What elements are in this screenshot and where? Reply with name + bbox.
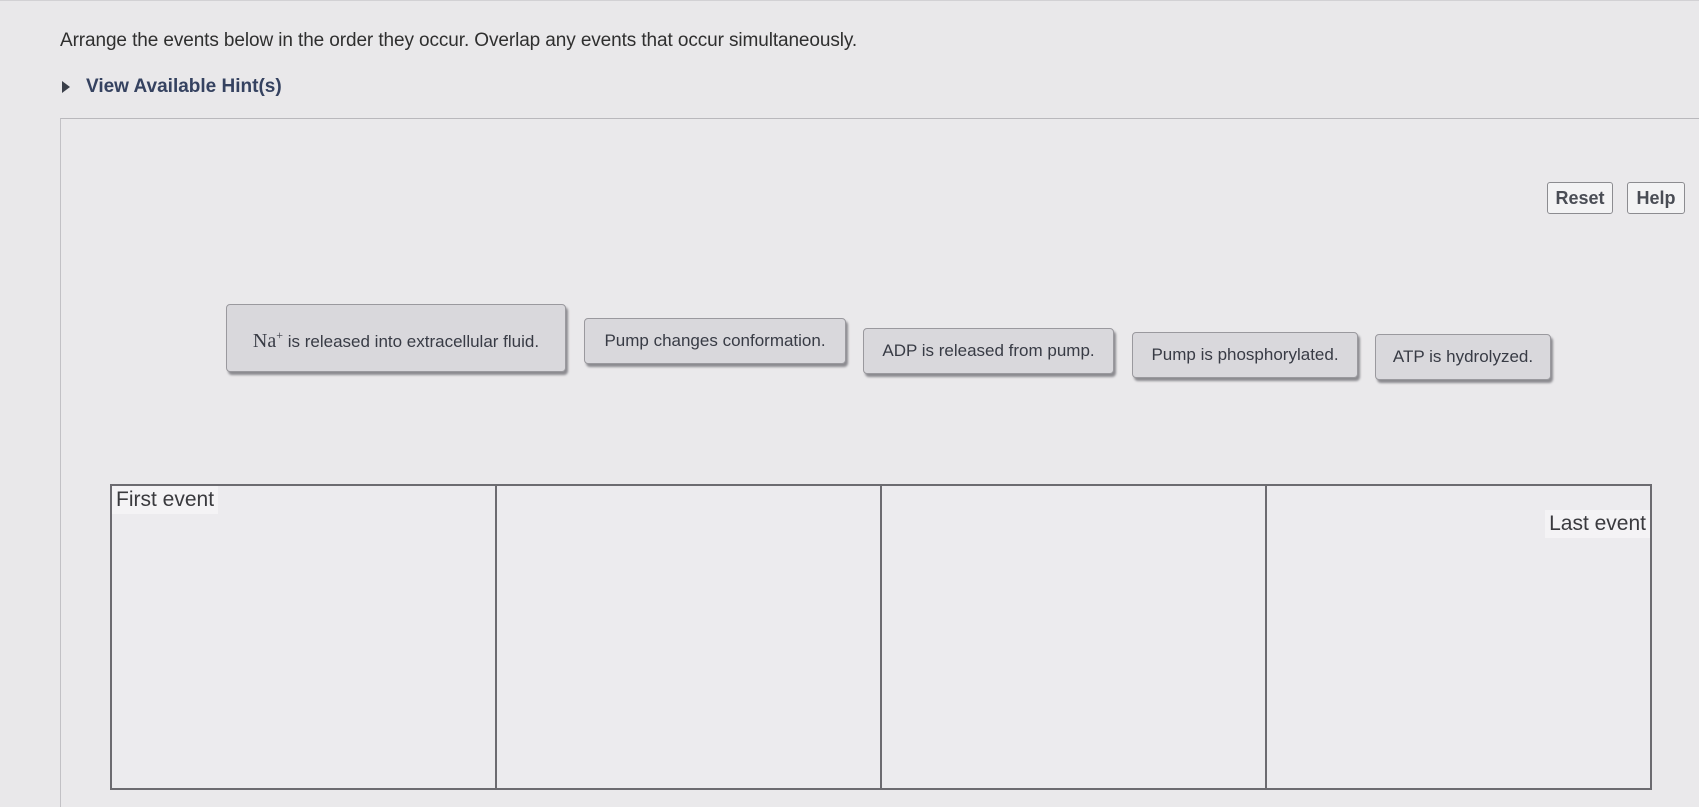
help-button[interactable]: Help: [1627, 182, 1685, 214]
event-chip-na-release[interactable]: Na+ is released into extracellular fluid…: [226, 304, 566, 372]
event-chip-conformation[interactable]: Pump changes conformation.: [584, 318, 846, 364]
drop-zone-4[interactable]: Last event: [1267, 486, 1650, 788]
hint-label: View Available Hint(s): [86, 76, 282, 97]
event-chip-label: ATP is hydrolyzed.: [1392, 347, 1534, 366]
sodium-charge: +: [276, 327, 284, 342]
event-chip-label: ADP is released from pump.: [882, 341, 1095, 360]
event-chip-label: Pump changes conformation.: [604, 331, 826, 350]
drop-zone-1[interactable]: First event: [112, 486, 497, 788]
last-event-label: Last event: [1545, 510, 1650, 538]
question-text: Arrange the events below in the order th…: [60, 30, 858, 51]
top-divider: [0, 0, 1699, 1]
drop-zone-2[interactable]: [497, 486, 882, 788]
reset-button[interactable]: Reset: [1547, 182, 1613, 214]
view-hints-toggle[interactable]: View Available Hint(s): [62, 76, 282, 98]
event-chip-phosphorylation[interactable]: Pump is phosphorylated.: [1132, 332, 1358, 378]
drop-zone-3[interactable]: [882, 486, 1267, 788]
sequence-drop-grid: First event Last event: [110, 484, 1652, 790]
event-chip-label: is released into extracellular fluid.: [283, 331, 540, 351]
event-chip-atp-hydrolysis[interactable]: ATP is hydrolyzed.: [1375, 334, 1551, 380]
expand-triangle-icon: [62, 81, 70, 93]
event-chip-label: Pump is phosphorylated.: [1151, 345, 1339, 364]
first-event-label: First event: [112, 486, 219, 514]
event-chip-adp-release[interactable]: ADP is released from pump.: [863, 328, 1114, 374]
sodium-symbol: Na: [252, 329, 277, 352]
